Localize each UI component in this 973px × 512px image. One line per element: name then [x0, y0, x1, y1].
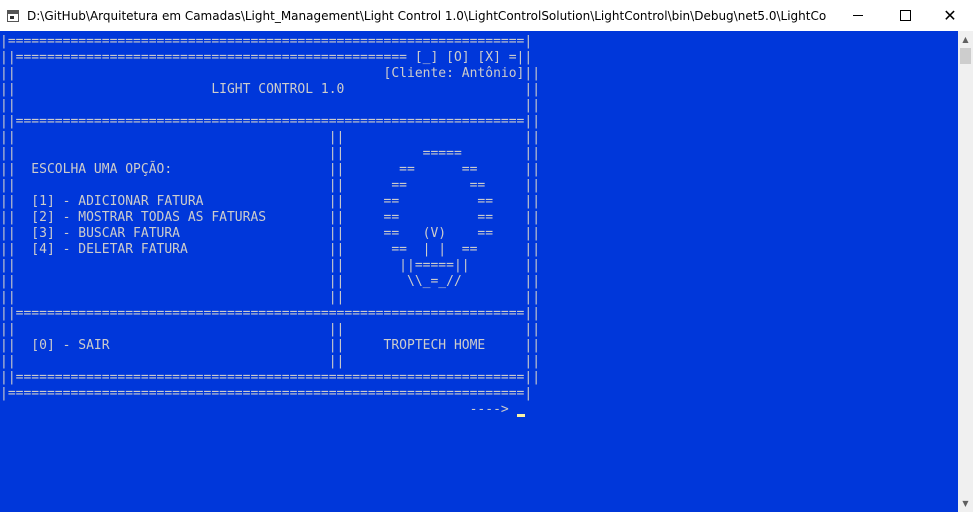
- console-area[interactable]: |=======================================…: [0, 31, 958, 512]
- console-line: || || ===== ||: [0, 146, 541, 161]
- console-line: || [0] - SAIR || TROPTECH HOME ||: [0, 338, 541, 353]
- console-line: || || ||: [0, 354, 541, 369]
- console-line: || LIGHT CONTROL 1.0 ||: [0, 82, 541, 97]
- console-line: || || \\_=_// ||: [0, 274, 541, 289]
- console-line: || || ||: [0, 130, 541, 145]
- scrollbar-thumb[interactable]: [960, 48, 971, 64]
- console-line: ||======================================…: [0, 50, 533, 65]
- close-icon: ✕: [943, 5, 957, 25]
- scroll-up-arrow-icon[interactable]: ▲: [958, 31, 973, 48]
- console-line: || [2] - MOSTRAR TODAS AS FATURAS || == …: [0, 210, 541, 225]
- console-line: || ESCOLHA UMA OPÇÃO: || == == ||: [0, 162, 541, 177]
- minimize-icon: [853, 15, 863, 16]
- title-bar[interactable]: D:\GitHub\Arquitetura em Camadas\Light_M…: [0, 0, 973, 31]
- console-line: |=======================================…: [0, 386, 533, 401]
- console-line: || ||: [0, 98, 541, 113]
- console-line: ||======================================…: [0, 370, 541, 385]
- maximize-button[interactable]: [882, 0, 928, 31]
- console-line: || [Cliente: Antônio]||: [0, 66, 541, 81]
- prompt-line[interactable]: ---->: [0, 402, 540, 418]
- console-line: || [3] - BUSCAR FATURA || == (V) == ||: [0, 226, 541, 241]
- console-line: ||======================================…: [0, 306, 541, 321]
- console-line: || [4] - DELETAR FATURA || == | | == ||: [0, 242, 541, 257]
- console-app-icon: [7, 9, 19, 22]
- maximize-icon: [899, 10, 911, 21]
- close-button[interactable]: ✕: [927, 0, 973, 31]
- console-line: || || == == ||: [0, 178, 541, 193]
- scroll-down-arrow-icon[interactable]: ▼: [958, 495, 973, 512]
- console-output: |=======================================…: [0, 34, 540, 418]
- window-title: D:\GitHub\Arquitetura em Camadas\Light_M…: [27, 8, 827, 23]
- console-line: || [1] - ADICIONAR FATURA || == == ||: [0, 194, 541, 209]
- vertical-scrollbar[interactable]: ▲ ▼: [958, 31, 973, 512]
- console-line: || || ||: [0, 322, 541, 337]
- console-line: || || ||=====|| ||: [0, 258, 541, 273]
- minimize-button[interactable]: [835, 0, 881, 31]
- console-line: ||======================================…: [0, 114, 541, 129]
- console-line: || || ||: [0, 290, 541, 305]
- text-cursor: [516, 414, 525, 417]
- console-line: |=======================================…: [0, 34, 533, 49]
- prompt-text: ---->: [0, 402, 517, 417]
